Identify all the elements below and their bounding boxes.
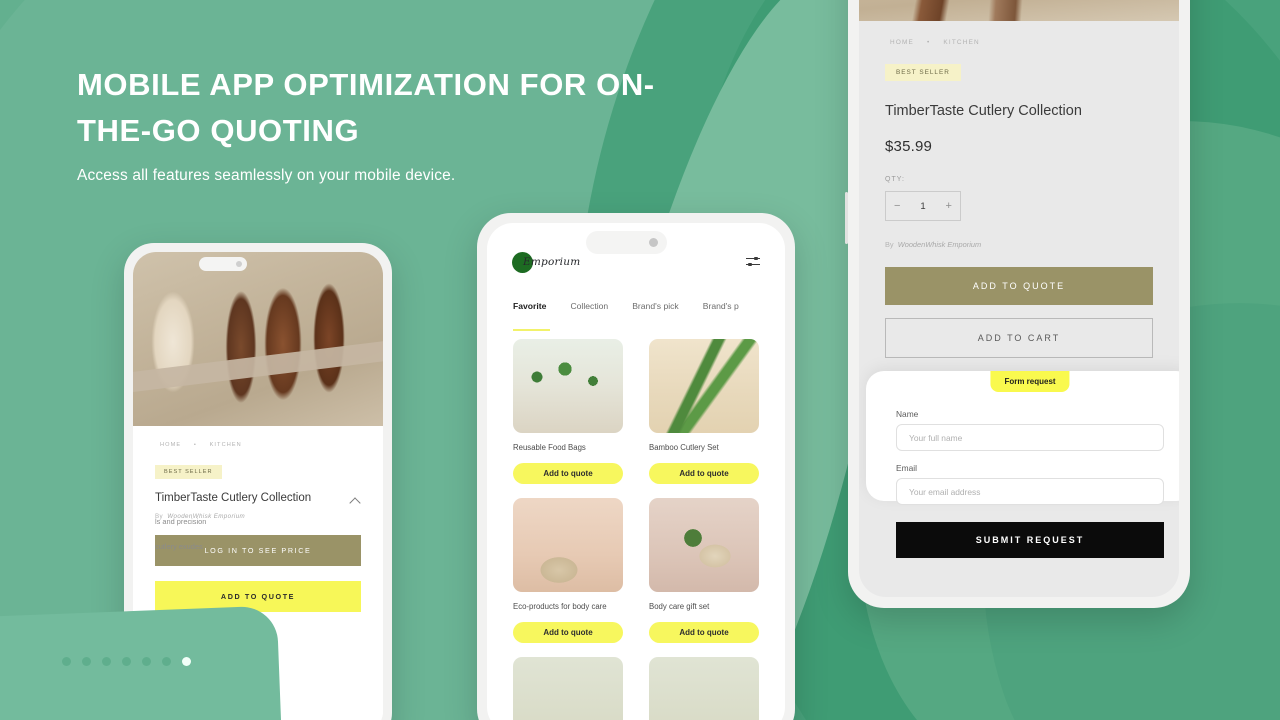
vendor-name: WoodenWhisk Emporium <box>897 240 982 249</box>
quantity-decrement-button[interactable]: − <box>894 200 900 212</box>
product-name: Bamboo Cutlery Set <box>649 443 719 452</box>
add-to-quote-button[interactable]: Add to quote <box>649 622 759 643</box>
add-to-cart-button[interactable]: ADD TO CART <box>885 318 1153 358</box>
front-camera-icon <box>236 261 242 267</box>
submit-request-button[interactable]: SUBMIT REQUEST <box>896 522 1164 558</box>
quantity-label: QTY: <box>885 176 905 183</box>
product-vendor: By WoodenWhisk Emporium <box>885 240 1153 249</box>
quantity-stepper[interactable]: − 1 + <box>885 191 961 221</box>
product-grid: Reusable Food Bags Add to quote Bamboo C… <box>487 339 785 720</box>
email-field-label: Email <box>896 463 917 473</box>
pagination-dot[interactable] <box>142 657 151 666</box>
product-card[interactable]: Eco-products for body care Add to quote <box>513 498 623 643</box>
breadcrumb-home[interactable]: HOME <box>160 442 181 448</box>
pagination-dot[interactable] <box>82 657 91 666</box>
accordion-text-line-2: cutlery exudes <box>155 542 203 551</box>
pagination-dot[interactable] <box>102 657 111 666</box>
pagination-dot-active[interactable] <box>182 657 191 666</box>
breadcrumb: HOME • KITCHEN <box>155 442 361 448</box>
product-card-partial[interactable] <box>649 657 759 720</box>
product-hero-image <box>859 0 1179 21</box>
name-field-label: Name <box>896 409 919 419</box>
product-hero-image <box>133 252 383 426</box>
dynamic-island <box>199 257 247 271</box>
chevron-up-icon[interactable] <box>350 495 361 506</box>
tab-brands-p[interactable]: Brand's p <box>703 301 739 331</box>
center-phone-mockup: Emporium Favorite Collection Brand's pic… <box>477 213 795 720</box>
product-name: Reusable Food Bags <box>513 443 586 452</box>
breadcrumb-category[interactable]: KITCHEN <box>210 442 242 448</box>
form-request-tab[interactable]: Form request <box>990 371 1070 392</box>
product-name: Body care gift set <box>649 602 710 611</box>
tab-collection[interactable]: Collection <box>570 301 608 331</box>
category-tabs[interactable]: Favorite Collection Brand's pick Brand's… <box>487 301 785 331</box>
vendor-by-label: By <box>885 240 894 249</box>
product-thumbnail <box>513 657 623 720</box>
carousel-pagination[interactable] <box>62 657 191 666</box>
product-description-accordion[interactable]: ls and precision cutlery exudes <box>155 495 361 556</box>
product-card-partial[interactable] <box>513 657 623 720</box>
quantity-increment-button[interactable]: + <box>946 200 952 212</box>
page-title: Mobile App Optimization for On-the-Go Qu… <box>77 67 655 148</box>
name-input[interactable] <box>896 424 1164 451</box>
logo-wordmark: Emporium <box>523 256 581 268</box>
filter-sliders-icon[interactable] <box>746 256 760 268</box>
hero-strap-detail <box>133 339 383 393</box>
accordion-text-line-1: ls and precision <box>155 517 207 526</box>
add-to-quote-button[interactable]: ADD TO QUOTE <box>885 267 1153 305</box>
add-to-quote-button[interactable]: Add to quote <box>649 463 759 484</box>
breadcrumb-home[interactable]: HOME <box>890 39 914 46</box>
tab-favorite[interactable]: Favorite <box>513 301 551 331</box>
product-card[interactable]: Body care gift set Add to quote <box>649 498 759 643</box>
product-thumbnail <box>649 339 759 433</box>
add-to-quote-button[interactable]: Add to quote <box>513 622 623 643</box>
product-thumbnail <box>513 498 623 592</box>
product-price: $35.99 <box>885 138 933 155</box>
product-name: Eco-products for body care <box>513 602 607 611</box>
app-logo[interactable]: Emporium <box>512 251 581 273</box>
product-thumbnail <box>649 657 759 720</box>
email-input[interactable] <box>896 478 1164 505</box>
right-phone-screen: HOME • KITCHEN BEST SELLER TimberTaste C… <box>859 0 1179 597</box>
form-request-card: Form request Name Email SUBMIT REQUEST <box>866 371 1179 558</box>
quantity-value: 1 <box>920 200 926 212</box>
breadcrumb-category[interactable]: KITCHEN <box>943 39 979 46</box>
page-subtitle: Access all features seamlessly on your m… <box>77 167 456 184</box>
center-phone-screen: Emporium Favorite Collection Brand's pic… <box>487 223 785 720</box>
dynamic-island <box>586 231 667 254</box>
product-card[interactable]: Bamboo Cutlery Set Add to quote <box>649 339 759 484</box>
product-card[interactable]: Reusable Food Bags Add to quote <box>513 339 623 484</box>
pagination-dot[interactable] <box>162 657 171 666</box>
front-camera-icon <box>649 238 658 247</box>
add-to-quote-button[interactable]: Add to quote <box>513 463 623 484</box>
right-product-detail: HOME • KITCHEN BEST SELLER TimberTaste C… <box>859 21 1179 358</box>
tab-brands-pick[interactable]: Brand's pick <box>632 301 679 331</box>
product-title: TimberTaste Cutlery Collection <box>885 103 1082 119</box>
breadcrumb: HOME • KITCHEN <box>885 39 1153 46</box>
pagination-dot[interactable] <box>122 657 131 666</box>
accordion-header[interactable] <box>155 495 361 506</box>
breadcrumb-separator: • <box>926 39 931 46</box>
pagination-dot[interactable] <box>62 657 71 666</box>
phone-side-button[interactable] <box>845 192 848 244</box>
add-to-quote-button[interactable]: ADD TO QUOTE <box>155 581 361 612</box>
status-badge: BEST SELLER <box>885 64 961 81</box>
right-phone-mockup: HOME • KITCHEN BEST SELLER TimberTaste C… <box>845 0 1190 608</box>
status-badge: BEST SELLER <box>155 465 222 479</box>
product-thumbnail <box>649 498 759 592</box>
breadcrumb-separator: • <box>193 442 197 448</box>
product-thumbnail <box>513 339 623 433</box>
